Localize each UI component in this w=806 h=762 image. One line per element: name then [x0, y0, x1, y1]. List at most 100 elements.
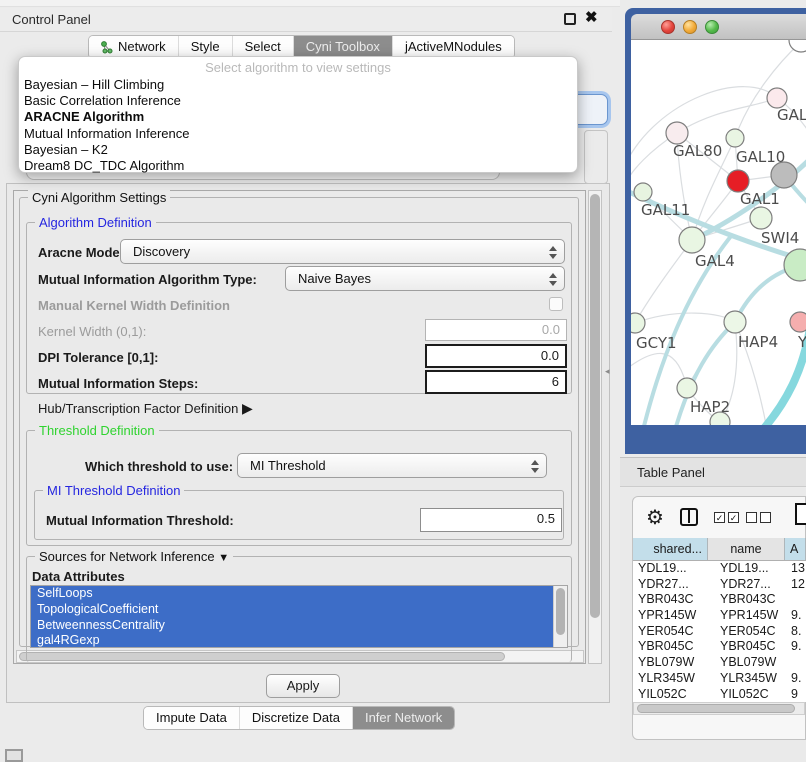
- table-cell: [785, 592, 806, 608]
- gear-icon[interactable]: ⚙: [646, 505, 664, 530]
- aracne-mode-label: Aracne Mode:: [38, 245, 124, 260]
- node-label: GAL10: [736, 148, 785, 166]
- network-window-titlebar[interactable]: [631, 14, 806, 40]
- network-node-gal10[interactable]: [726, 129, 744, 147]
- table-row[interactable]: YDR27...YDR27...12: [633, 577, 806, 593]
- network-node-gal80[interactable]: [666, 122, 688, 144]
- deselect-all-checkbox-icon[interactable]: [760, 512, 771, 523]
- list-vertical-scrollbar[interactable]: [553, 586, 567, 647]
- close-icon[interactable]: ✖: [585, 8, 598, 26]
- tab-cyni-toolbox[interactable]: Cyni Toolbox: [293, 36, 392, 58]
- tab-infer-network[interactable]: Infer Network: [352, 707, 454, 729]
- table-row[interactable]: YDL19...YDL19...13: [633, 561, 806, 577]
- which-threshold-select[interactable]: MI Threshold: [237, 453, 547, 478]
- scrollbar-thumb[interactable]: [637, 704, 795, 713]
- tab-label: Discretize Data: [252, 707, 340, 729]
- node-label: GAL4: [695, 252, 735, 270]
- column-header-shared-name[interactable]: shared...: [633, 538, 708, 560]
- apply-button[interactable]: Apply: [266, 674, 340, 698]
- float-window-icon[interactable]: [564, 13, 576, 25]
- minimize-traffic-light[interactable]: [683, 20, 697, 34]
- table-cell: YPR145W: [708, 608, 785, 624]
- splitter-handle[interactable]: ◂: [605, 366, 610, 377]
- network-node[interactable]: [790, 312, 806, 332]
- deselect-all-checkbox-icon[interactable]: [746, 512, 757, 523]
- attribute-list-item[interactable]: gal4RGexp: [31, 633, 553, 648]
- network-node-gal4[interactable]: [679, 227, 705, 253]
- attribute-list-item[interactable]: BetweennessCentrality: [31, 618, 553, 634]
- tab-style[interactable]: Style: [178, 36, 232, 58]
- mi-steps-field[interactable]: 6: [425, 370, 567, 394]
- network-node-gal11[interactable]: [634, 183, 652, 201]
- group-title: Threshold Definition: [35, 423, 159, 438]
- dropdown-item[interactable]: Basic Correlation Inference: [19, 93, 577, 109]
- node-label: GCY1: [636, 334, 677, 352]
- table-cell: 9: [785, 687, 806, 703]
- spinner-arrows-icon: [531, 459, 539, 474]
- tab-select[interactable]: Select: [232, 36, 293, 58]
- table-panel-title: Table Panel: [637, 465, 705, 480]
- table-row[interactable]: YBL079WYBL079W: [633, 655, 806, 671]
- chevron-down-icon[interactable]: ▼: [218, 552, 229, 564]
- dropdown-item[interactable]: Bayesian – Hill Climbing: [19, 77, 577, 93]
- aracne-mode-select[interactable]: Discovery: [120, 239, 565, 264]
- tab-jactivemnodules[interactable]: jActiveMNodules: [392, 36, 514, 58]
- network-node[interactable]: [767, 88, 787, 108]
- manual-kernel-checkbox[interactable]: [549, 297, 563, 311]
- attribute-list-item[interactable]: SelfLoops: [31, 586, 553, 602]
- scrollbar-thumb[interactable]: [590, 194, 600, 618]
- table-row[interactable]: YIL052CYIL052C9: [633, 687, 806, 703]
- close-traffic-light[interactable]: [661, 20, 675, 34]
- select-all-checkbox-icon[interactable]: ✓: [714, 512, 725, 523]
- scrollbar-thumb[interactable]: [556, 588, 565, 635]
- dpi-tolerance-field[interactable]: 0.0: [425, 344, 567, 368]
- settings-vertical-scrollbar[interactable]: [588, 190, 602, 664]
- network-node-selected[interactable]: [727, 170, 749, 192]
- collapsed-panel-button[interactable]: [5, 749, 23, 762]
- table-cell: 12: [785, 577, 806, 593]
- group-title: Cyni Algorithm Settings: [28, 190, 170, 205]
- spinner-arrows-icon: [549, 272, 557, 287]
- mi-threshold-field[interactable]: 0.5: [420, 508, 562, 532]
- dropdown-item[interactable]: Bayesian – K2: [19, 142, 577, 158]
- network-node-gal1[interactable]: [750, 207, 772, 229]
- network-canvas[interactable]: GAL GAL80 GAL10 GAL11 GAL1 SWI4 GAL4 GCY…: [631, 40, 806, 425]
- cyni-bottom-tabbar: Impute Data Discretize Data Infer Networ…: [143, 706, 455, 730]
- table-cell: YBR045C: [633, 639, 708, 655]
- table-cell: YLR345W: [708, 671, 785, 687]
- zoom-traffic-light[interactable]: [705, 20, 719, 34]
- network-node-gcy1[interactable]: [631, 313, 645, 333]
- chevron-right-icon: ▶: [242, 400, 253, 416]
- show-columns-icon[interactable]: [680, 508, 698, 526]
- table-row[interactable]: YBR043CYBR043C: [633, 592, 806, 608]
- network-node[interactable]: [789, 40, 806, 52]
- tab-impute-data[interactable]: Impute Data: [144, 707, 239, 729]
- group-title: Algorithm Definition: [35, 215, 156, 230]
- tab-network[interactable]: Network: [89, 36, 178, 58]
- table-row[interactable]: YPR145WYPR145W9.: [633, 608, 806, 624]
- attribute-list-item[interactable]: TopologicalCoefficient: [31, 602, 553, 618]
- document-icon[interactable]: [795, 503, 806, 525]
- table-row[interactable]: YER054CYER054C8.: [633, 624, 806, 640]
- network-node-hap2[interactable]: [677, 378, 697, 398]
- mi-type-select[interactable]: Naive Bayes: [285, 266, 565, 291]
- table-horizontal-scrollbar[interactable]: [633, 702, 805, 715]
- hub-definition-expander[interactable]: Hub/Transcription Factor Definition ▶: [38, 400, 253, 417]
- table-row[interactable]: YBR045CYBR045C9.: [633, 639, 806, 655]
- tab-discretize-data[interactable]: Discretize Data: [239, 707, 352, 729]
- column-header-partial[interactable]: A: [785, 538, 806, 560]
- network-node-hap4[interactable]: [724, 311, 746, 333]
- column-header-name[interactable]: name: [708, 538, 785, 560]
- dropdown-item[interactable]: ARACNE Algorithm: [19, 109, 577, 125]
- dropdown-item[interactable]: Dream8 DC_TDC Algorithm: [19, 158, 577, 174]
- table-cell: YDR27...: [708, 577, 785, 593]
- dropdown-item[interactable]: Mutual Information Inference: [19, 126, 577, 142]
- table-cell: YDL19...: [633, 561, 708, 577]
- select-all-checkbox-icon[interactable]: ✓: [728, 512, 739, 523]
- kernel-width-field[interactable]: 0.0: [425, 319, 567, 341]
- table-row[interactable]: YLR345WYLR345W9.: [633, 671, 806, 687]
- tab-label: Network: [118, 36, 166, 58]
- app-window: Control Panel ✖ Network Style Select Cyn…: [0, 0, 806, 762]
- tab-label: Style: [191, 36, 220, 58]
- selected-value: Naive Bayes: [298, 271, 371, 286]
